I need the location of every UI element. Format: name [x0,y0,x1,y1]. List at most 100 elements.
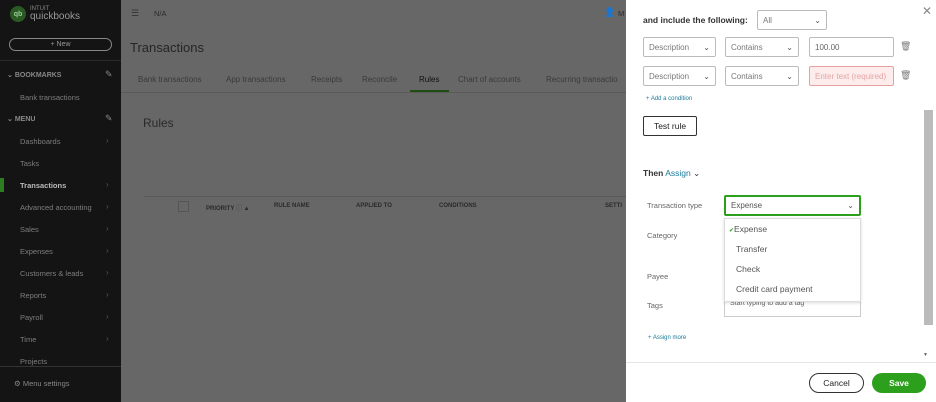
sidebar-item-sales[interactable]: Sales [20,225,39,234]
chevron-right-icon[interactable]: › [106,224,109,233]
menu-header[interactable]: ⌄ MENU [7,115,35,123]
chevron-right-icon[interactable]: › [106,180,109,189]
scroll-down-arrow-icon[interactable]: ▼ [923,352,928,358]
sidebar-item-payroll[interactable]: Payroll [20,313,43,322]
add-condition-link[interactable]: + Add a condition [646,96,692,102]
sidebar-item-advanced-accounting[interactable]: Advanced accounting [20,203,92,212]
condition-value-input-required[interactable]: Enter text (required) [809,66,894,86]
chevron-down-icon: ⌄ [786,42,793,52]
then-label: Then [643,168,664,178]
transaction-type-value: Expense [731,201,763,210]
tab-reconcile[interactable]: Reconcile [362,75,397,84]
option-label: Credit card payment [736,284,813,294]
sidebar-item-projects[interactable]: Projects [20,357,47,366]
sidebar-item-transactions[interactable]: Transactions [20,181,66,190]
condition-value-input[interactable]: 100.00 [809,37,894,57]
column-header-setti[interactable]: SETTI [605,203,622,209]
bookmarks-header[interactable]: ⌄ BOOKMARKS [7,71,61,79]
column-label: RULE NAME [274,203,310,209]
sidebar-item-customers-leads[interactable]: Customers & leads [20,269,83,278]
main-content: ☰ N/A 👤 M Transactions Bank transactions… [121,0,626,402]
user-initial[interactable]: M [618,9,624,18]
save-button[interactable]: Save [872,373,926,393]
rule-panel: ✕ and include the following: All ⌄ Descri… [626,0,936,402]
then-assign-toggle[interactable]: Then Assign ⌄ [643,168,700,179]
quickbooks-logo[interactable]: qb INTUIT quickbooks [10,6,80,22]
option-check[interactable]: Check [736,264,760,274]
column-label: APPLIED TO [356,203,392,209]
user-icon[interactable]: 👤 [604,7,615,18]
tab-app-transactions[interactable]: App transactions [226,75,286,84]
sidebar-item-dashboards[interactable]: Dashboards [20,137,60,146]
field-value: Description [649,71,690,81]
close-icon[interactable]: ✕ [922,4,932,18]
assign-label: Assign [665,168,691,178]
option-transfer[interactable]: Transfer [736,244,767,254]
sidebar: qb INTUIT quickbooks + New ⌄ BOOKMARKS ✎ … [0,0,121,402]
column-header-rule-name[interactable]: RULE NAME [274,203,310,209]
option-expense[interactable]: ✔Expense [729,224,767,234]
chevron-right-icon[interactable]: › [106,290,109,299]
new-button[interactable]: + New [9,38,112,51]
menu-settings-button[interactable]: ⚙ Menu settings [14,379,70,388]
include-select[interactable]: All ⌄ [757,10,827,30]
include-value: All [763,15,772,25]
condition-operator-select[interactable]: Contains ⌄ [725,37,799,57]
column-header-priority[interactable]: PRIORITY ⓘ ▲ [206,203,250,212]
scrollbar-thumb[interactable] [924,110,933,325]
column-header-conditions[interactable]: CONDITIONS [439,203,477,209]
chevron-right-icon[interactable]: › [106,136,109,145]
sidebar-item-reports[interactable]: Reports [20,291,46,300]
active-indicator [0,178,4,192]
trash-icon[interactable]: 🗑 [900,41,911,52]
sidebar-item-expenses[interactable]: Expenses [20,247,53,256]
company-name[interactable]: N/A [154,9,167,18]
column-label: SETTI [605,203,623,209]
divider [0,366,121,367]
bookmarks-label: BOOKMARKS [14,72,62,79]
trash-icon[interactable]: 🗑 [900,70,911,81]
operator-value: Contains [731,71,763,81]
sidebar-item-tasks[interactable]: Tasks [20,159,39,168]
info-icon: ⓘ [235,206,242,212]
condition-field-select[interactable]: Description ⌄ [643,66,716,86]
hamburger-menu-icon[interactable]: ☰ [131,8,139,19]
chevron-down-icon: ⌄ [814,15,821,25]
chevron-down-icon: ⌄ [786,71,793,81]
option-credit-card-payment[interactable]: Credit card payment [736,284,813,294]
select-all-checkbox[interactable] [178,201,189,212]
cancel-button[interactable]: Cancel [809,373,864,393]
menu-settings-label: Menu settings [22,379,70,388]
transaction-type-select[interactable]: Expense ⌄ [724,195,861,216]
section-title: Rules [143,116,174,130]
chevron-right-icon[interactable]: › [106,202,109,211]
tab-receipts[interactable]: Receipts [311,75,342,84]
edit-bookmarks-pencil-icon[interactable]: ✎ [105,69,113,80]
condition-value-text: 100.00 [815,42,840,52]
sort-ascending-icon: ▲ [243,206,250,212]
column-header-applied-to[interactable]: APPLIED TO [356,203,392,209]
sidebar-item-time[interactable]: Time [20,335,36,344]
tab-chart-of-accounts[interactable]: Chart of accounts [458,75,521,84]
chevron-right-icon[interactable]: › [106,334,109,343]
condition-value-placeholder: Enter text (required) [815,71,887,81]
condition-operator-select[interactable]: Contains ⌄ [725,66,799,86]
chevron-right-icon[interactable]: › [106,312,109,321]
bookmark-item-bank-transactions[interactable]: Bank transactions [20,93,80,102]
edit-menu-pencil-icon[interactable]: ✎ [105,113,113,124]
tab-bank-transactions[interactable]: Bank transactions [138,75,202,84]
transaction-type-dropdown: ✔Expense Transfer Check Credit card payment [724,218,861,302]
tags-label: Tags [647,301,663,310]
chevron-right-icon[interactable]: › [106,268,109,277]
tab-rules[interactable]: Rules [419,75,439,84]
test-rule-button[interactable]: Test rule [643,116,697,136]
chevron-right-icon[interactable]: › [106,246,109,255]
category-label: Category [647,231,678,240]
tab-recurring-transactio[interactable]: Recurring transactio [546,75,618,84]
chevron-down-icon: ⌄ [847,201,854,210]
assign-more-link[interactable]: + Assign more [648,335,686,341]
active-tab-underline [410,90,449,92]
footer-divider [626,362,936,363]
condition-field-select[interactable]: Description ⌄ [643,37,716,57]
payee-label: Payee [647,272,669,281]
